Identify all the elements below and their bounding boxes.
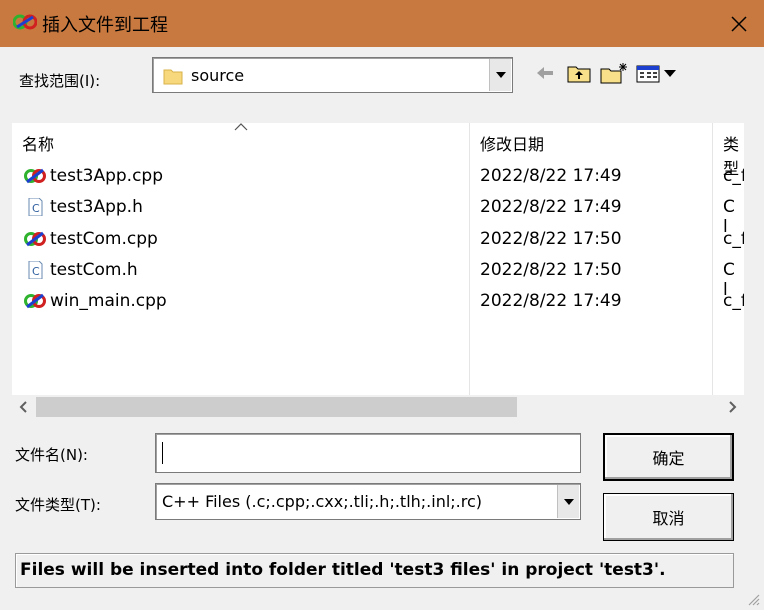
look-in-value: source — [191, 66, 245, 85]
file-row[interactable]: C testCom.h 2022/8/22 17:50 C l — [12, 254, 744, 300]
back-arrow-icon — [537, 67, 553, 79]
new-folder-button[interactable] — [600, 60, 628, 86]
look-in-label: 查找范围(I): — [19, 72, 101, 90]
file-name-input[interactable] — [155, 433, 581, 473]
file-name: testCom.cpp — [50, 229, 158, 249]
view-menu-icon — [636, 65, 676, 83]
header-file-icon: C — [28, 198, 43, 216]
file-date: 2022/8/22 17:49 — [480, 166, 622, 186]
file-type-dropdown[interactable]: C++ Files (.c;.cpp;.cxx;.tli;.h;.tlh;.in… — [155, 483, 581, 520]
column-header-date[interactable]: 修改日期 — [470, 123, 712, 157]
file-type-label: 文件类型(T): — [15, 496, 101, 514]
sort-ascending-icon — [234, 123, 248, 131]
folder-icon — [163, 69, 183, 85]
file-date: 2022/8/22 17:50 — [480, 229, 622, 249]
cpp-file-icon — [24, 231, 46, 247]
text-caret — [162, 442, 163, 464]
file-type-dropdown-arrow[interactable] — [557, 485, 579, 518]
file-name: win_main.cpp — [50, 291, 167, 311]
chevron-down-icon — [495, 72, 506, 78]
horizontal-scrollbar[interactable] — [12, 395, 744, 419]
svg-text:C: C — [32, 202, 40, 215]
column-header-name-label: 名称 — [22, 135, 55, 154]
column-header-date-label: 修改日期 — [480, 135, 545, 154]
title-bar: 插入文件到工程 — [0, 0, 764, 47]
close-icon — [731, 15, 747, 32]
column-header-type[interactable]: 类型 — [713, 123, 744, 178]
file-type-value: C++ Files (.c;.cpp;.cxx;.tli;.h;.tlh;.in… — [162, 492, 483, 511]
file-list[interactable]: 名称 修改日期 类型 test3App.cpp 2022/8/22 17:49 … — [12, 123, 744, 395]
look-in-dropdown-arrow[interactable] — [489, 59, 511, 91]
file-date: 2022/8/22 17:49 — [480, 291, 622, 311]
file-row[interactable]: C test3App.h 2022/8/22 17:49 C l — [12, 191, 744, 237]
chevron-down-icon — [563, 498, 574, 505]
file-name: test3App.cpp — [50, 166, 164, 186]
file-type: c_f — [723, 229, 744, 249]
look-in-dropdown[interactable]: source — [152, 57, 513, 93]
window-title: 插入文件到工程 — [42, 15, 168, 36]
scroll-right-icon[interactable] — [726, 398, 738, 416]
file-name: testCom.h — [50, 260, 138, 280]
file-date: 2022/8/22 17:49 — [480, 197, 622, 217]
status-text: Files will be inserted into folder title… — [20, 560, 666, 580]
cpp-file-icon — [24, 293, 46, 309]
up-one-level-icon — [567, 66, 591, 83]
file-type: c_f — [723, 291, 744, 311]
file-row[interactable]: test3App.cpp 2022/8/22 17:49 c_f — [12, 160, 744, 191]
file-row[interactable]: win_main.cpp 2022/8/22 17:49 c_f — [12, 285, 744, 316]
svg-text:C: C — [32, 265, 40, 278]
resize-grip-icon[interactable] — [746, 592, 760, 606]
new-folder-icon — [600, 63, 627, 84]
ok-button[interactable]: 确定 — [603, 433, 734, 481]
scroll-left-icon[interactable] — [18, 398, 30, 416]
file-row[interactable]: testCom.cpp 2022/8/22 17:50 c_f — [12, 223, 744, 254]
back-button[interactable] — [535, 60, 555, 86]
header-file-icon: C — [28, 261, 43, 279]
close-button[interactable] — [714, 0, 764, 47]
status-bar: Files will be inserted into folder title… — [15, 553, 734, 588]
file-name: test3App.h — [50, 197, 143, 217]
cpp-file-icon — [24, 168, 46, 184]
scrollbar-thumb[interactable] — [36, 397, 517, 417]
cancel-button[interactable]: 取消 — [603, 493, 734, 541]
file-type: c_f — [723, 166, 744, 186]
file-date: 2022/8/22 17:50 — [480, 260, 622, 280]
up-one-level-button[interactable] — [566, 60, 592, 86]
visual-studio-icon — [13, 14, 37, 30]
view-menu-button[interactable] — [636, 60, 680, 86]
file-name-label: 文件名(N): — [15, 446, 88, 464]
